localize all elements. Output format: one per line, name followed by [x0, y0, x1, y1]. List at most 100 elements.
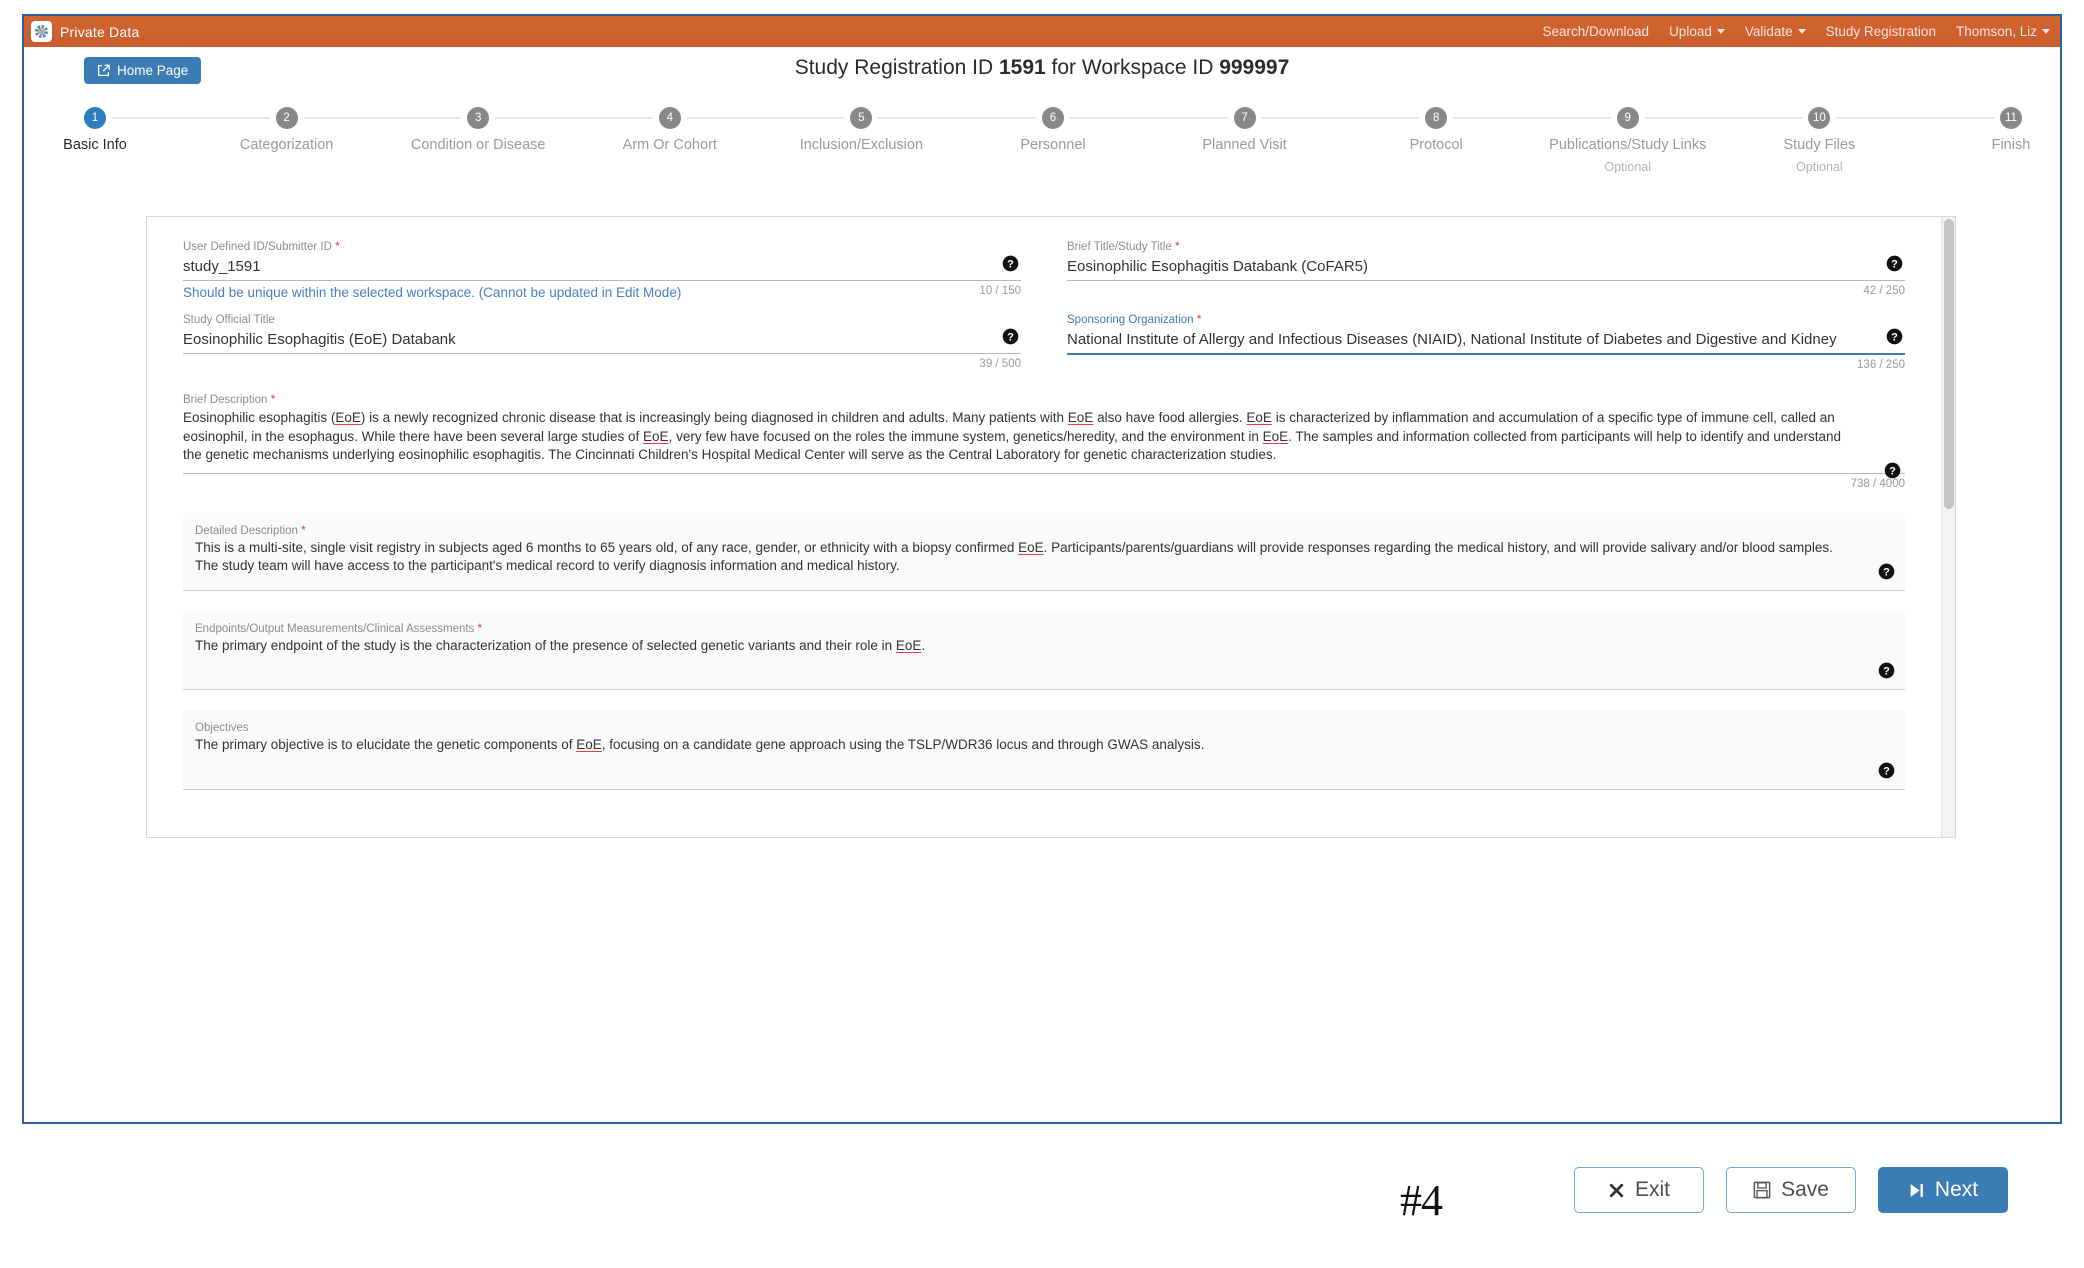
wizard-step-11[interactable]: 11 Finish: [1992, 107, 2030, 153]
wizard-step-8[interactable]: 8 Protocol: [1410, 107, 1463, 153]
exit-button[interactable]: Exit: [1574, 1167, 1704, 1213]
help-circle-icon[interactable]: ?: [1886, 328, 1903, 345]
svg-text:?: ?: [1883, 765, 1890, 777]
wizard-step-number: 4: [658, 107, 681, 129]
svg-text:?: ?: [1891, 331, 1898, 343]
wizard-step-1[interactable]: 1 Basic Info: [63, 107, 127, 153]
svg-text:?: ?: [1007, 331, 1014, 343]
field-brief-title[interactable]: Brief Title/Study Title * Eosinophilic E…: [1067, 239, 1905, 300]
spellcheck-word: EoE: [643, 428, 669, 444]
next-button[interactable]: Next: [1878, 1167, 2008, 1213]
form-card-scrollbar-thumb[interactable]: [1944, 219, 1954, 509]
nav-upload[interactable]: Upload: [1669, 24, 1725, 39]
label-text: Brief Title/Study Title: [1067, 241, 1172, 253]
form-card-scrollbar[interactable]: [1941, 217, 1955, 837]
label-text: User Defined ID/Submitter ID: [183, 241, 332, 253]
required-marker: *: [477, 620, 483, 635]
help-circle-icon[interactable]: ?: [1878, 563, 1895, 580]
wizard-step-optional: Optional: [1796, 160, 1843, 174]
field-detailed-description-value[interactable]: This is a multi-site, single visit regis…: [195, 539, 1893, 576]
required-marker: *: [1196, 312, 1202, 326]
field-official-title[interactable]: Study Official Title Eosinophilic Esopha…: [183, 312, 1021, 373]
help-circle-icon[interactable]: ?: [1002, 328, 1019, 345]
wizard-step-number: 9: [1616, 107, 1639, 129]
svg-text:?: ?: [1007, 258, 1014, 270]
help-circle-icon[interactable]: ?: [1884, 462, 1901, 479]
field-sponsoring-organization[interactable]: Sponsoring Organization * National Insti…: [1067, 312, 1905, 374]
nav-validate[interactable]: Validate: [1745, 24, 1806, 39]
page-header: Home Page Study Registration ID 1591 for…: [24, 47, 2060, 93]
wizard-step-track: 1 Basic Info 2 Categorization 3 Condition or …: [63, 107, 2030, 174]
nav-search-download[interactable]: Search/Download: [1542, 24, 1649, 39]
wizard-step-label: Categorization: [239, 137, 334, 153]
wizard-step-label: Publications/Study Links: [1549, 137, 1707, 153]
wizard-step-2[interactable]: 2 Categorization: [240, 107, 333, 153]
spellcheck-word: EoE: [335, 410, 361, 425]
field-official-title-footer: 39 / 500: [183, 358, 1021, 373]
wizard-stepper: 1 Basic Info 2 Categorization 3 Condition or …: [63, 93, 2030, 185]
help-circle-icon[interactable]: ?: [1878, 662, 1895, 679]
spellcheck-word: EoE: [895, 637, 922, 653]
wizard-step-label: Planned Visit: [1202, 137, 1287, 153]
chevron-down-icon: [1797, 29, 1806, 34]
help-circle-icon[interactable]: ?: [1886, 255, 1903, 272]
wizard-step-connector: [1261, 117, 1420, 119]
character-counter: 10 / 150: [979, 285, 1021, 297]
wizard-step-6[interactable]: 6 Personnel: [1020, 107, 1086, 153]
wizard-step-label: Finish: [1991, 137, 2031, 153]
field-user-defined-id-label: User Defined ID/Submitter ID *: [183, 239, 1021, 254]
svg-text:?: ?: [1883, 665, 1890, 677]
form-card: User Defined ID/Submitter ID * study_159…: [146, 216, 1956, 838]
form-col-right: Brief Title/Study Title * Eosinophilic E…: [1067, 239, 1905, 300]
field-hint: Should be unique within the selected wor…: [183, 285, 682, 300]
form-scroll-region: User Defined ID/Submitter ID * study_159…: [147, 217, 1941, 837]
page-title-middle: for Workspace ID: [1045, 56, 1220, 79]
field-detailed-description[interactable]: Detailed Description * This is a multi-s…: [183, 512, 1905, 591]
field-detailed-description-label: Detailed Description *: [195, 523, 1893, 538]
field-objectives-value[interactable]: The primary objective is to elucidate th…: [195, 736, 1893, 755]
page-title: Study Registration ID 1591 for Workspace…: [24, 56, 2060, 80]
skip-forward-icon: [1910, 1183, 1923, 1197]
required-marker: *: [1175, 239, 1180, 253]
save-button-label: Save: [1781, 1178, 1829, 1201]
save-button[interactable]: Save: [1726, 1167, 1856, 1213]
wizard-step-number: 2: [275, 107, 298, 129]
wizard-step-3[interactable]: 3 Condition or Disease: [411, 107, 546, 153]
form-actions: Exit Save Next: [0, 1150, 2084, 1230]
chevron-down-icon: [2042, 29, 2050, 34]
field-brief-description[interactable]: Brief Description * Eosinophilic esophag…: [183, 392, 1905, 493]
wizard-step-label: Inclusion/Exclusion: [799, 137, 924, 153]
field-official-title-value[interactable]: Eosinophilic Esophagitis (EoE) Databank: [183, 329, 1021, 350]
nav-study-registration[interactable]: Study Registration: [1826, 24, 1936, 39]
field-endpoints[interactable]: Endpoints/Output Measurements/Clinical A…: [183, 610, 1905, 690]
field-objectives[interactable]: Objectives The primary objective is to e…: [183, 710, 1905, 790]
wizard-step-connector: [1453, 117, 1611, 119]
wizard-step-number: 11: [1999, 107, 2022, 129]
svg-text:?: ?: [1891, 258, 1898, 270]
wizard-step-9[interactable]: 9 Publications/Study Links Optional: [1549, 107, 1706, 174]
svg-text:?: ?: [1889, 465, 1896, 477]
wizard-step-number: 7: [1233, 107, 1256, 129]
spellcheck-word: EoE: [1246, 410, 1272, 425]
help-circle-icon[interactable]: ?: [1002, 255, 1019, 272]
label-text: Detailed Description: [195, 524, 298, 537]
wizard-step-10[interactable]: 10 Study Files Optional: [1783, 107, 1855, 174]
field-brief-title-value[interactable]: Eosinophilic Esophagitis Databank (CoFAR…: [1067, 256, 1905, 277]
field-user-defined-id-value[interactable]: study_1591: [183, 256, 1021, 277]
wizard-step-5[interactable]: 5 Inclusion/Exclusion: [800, 107, 923, 153]
wizard-step-number: 5: [850, 107, 873, 129]
field-sponsoring-organization-label: Sponsoring Organization *: [1067, 312, 1905, 327]
nav-user-menu[interactable]: Thomson, Liz: [1956, 24, 2050, 39]
field-user-defined-id[interactable]: User Defined ID/Submitter ID * study_159…: [183, 239, 1021, 300]
wizard-step-number: 8: [1425, 107, 1448, 129]
wizard-step-connector: [878, 117, 1036, 119]
field-sponsoring-organization-value[interactable]: National Institute of Allergy and Infect…: [1067, 329, 1905, 350]
help-circle-icon[interactable]: ?: [1878, 762, 1895, 779]
field-brief-description-value[interactable]: Eosinophilic esophagitis (EoE) is a newl…: [183, 409, 1905, 465]
field-sponsoring-organization-footer: 136 / 250: [1067, 359, 1905, 374]
wizard-step-7[interactable]: 7 Planned Visit: [1202, 107, 1287, 153]
nav-validate-label: Validate: [1744, 24, 1793, 39]
wizard-step-4[interactable]: 4 Arm Or Cohort: [623, 107, 717, 153]
page-title-prefix: Study Registration ID: [794, 56, 999, 79]
field-endpoints-value[interactable]: The primary endpoint of the study is the…: [195, 637, 1893, 656]
